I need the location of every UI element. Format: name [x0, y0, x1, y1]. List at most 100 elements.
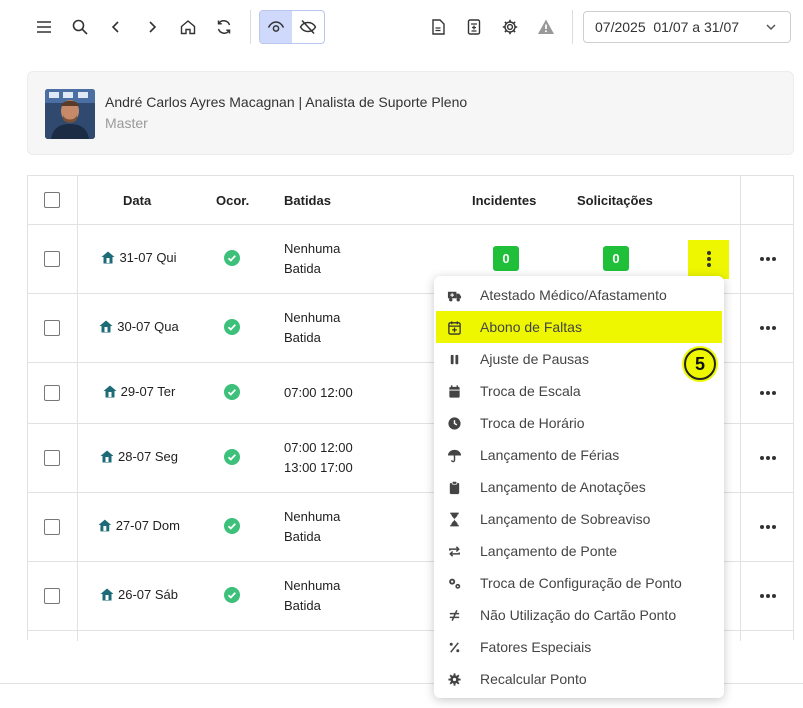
user-card: André Carlos Ayres Macagnan | Analista d… — [27, 71, 794, 155]
chevron-left-icon[interactable] — [100, 10, 132, 44]
batida-line: 07:00 12:00 — [284, 440, 353, 455]
header-ocor: Ocor. — [216, 193, 250, 208]
check-circle-icon — [224, 587, 240, 603]
menu-item-lancamento-de-ponte[interactable]: Lançamento de Ponte — [434, 535, 724, 567]
batida-line: Batida — [284, 598, 321, 613]
row-checkbox[interactable] — [44, 385, 60, 401]
cogs-icon — [445, 574, 463, 592]
chevron-right-icon[interactable] — [136, 10, 168, 44]
check-circle-icon — [224, 449, 240, 465]
gear-icon[interactable] — [494, 10, 526, 44]
actions-menu-button[interactable] — [698, 245, 719, 272]
batidas-cell: 07:00 12:00 — [284, 383, 353, 403]
batida-line: Batida — [284, 261, 321, 276]
home-office-icon — [101, 251, 115, 264]
row-date: 26-07 Sáb — [118, 587, 178, 602]
hourglass-icon — [445, 510, 463, 528]
more-options-icon[interactable] — [760, 326, 776, 332]
row-checkbox[interactable] — [44, 450, 60, 466]
menu-icon[interactable] — [28, 10, 60, 44]
menu-item-lancamento-de-sobreaviso[interactable]: Lançamento de Sobreaviso — [434, 503, 724, 535]
date-cell: 30-07 Qua — [98, 319, 180, 334]
calendar-icon — [445, 382, 463, 400]
incidentes-badge[interactable]: 0 — [493, 246, 519, 271]
document-icon[interactable] — [422, 10, 454, 44]
select-all-checkbox[interactable] — [44, 192, 60, 208]
eye-icon[interactable] — [260, 11, 292, 43]
menu-item-lancamento-de-ferias[interactable]: Lançamento de Férias — [434, 439, 724, 471]
actions-dropdown-menu: Atestado Médico/Afastamento Abono de Fal… — [434, 276, 724, 698]
menu-item-atestado[interactable]: Atestado Médico/Afastamento — [434, 279, 724, 311]
eye-off-icon[interactable] — [292, 11, 324, 43]
menu-item-troca-de-escala[interactable]: Troca de Escala — [434, 375, 724, 407]
menu-item-label: Fatores Especiais — [480, 639, 592, 655]
check-circle-icon — [224, 319, 240, 335]
menu-item-label: Atestado Médico/Afastamento — [480, 287, 667, 303]
pause-icon — [445, 350, 463, 368]
row-date: 30-07 Qua — [117, 319, 179, 334]
solicitacoes-badge[interactable]: 0 — [603, 246, 629, 271]
date-cell: 26-07 Sáb — [98, 587, 180, 602]
menu-item-troca-de-horario[interactable]: Troca de Horário — [434, 407, 724, 439]
refresh-icon[interactable] — [208, 10, 240, 44]
home-office-icon — [98, 519, 112, 532]
check-circle-icon — [224, 384, 240, 400]
period-select[interactable]: 07/2025 01/07 a 31/07 — [583, 11, 791, 43]
date-cell: 28-07 Seg — [98, 449, 180, 464]
home-office-icon — [100, 450, 114, 463]
row-checkbox[interactable] — [44, 251, 60, 267]
visibility-toggle — [259, 10, 325, 44]
row-date: 27-07 Dom — [115, 518, 180, 533]
search-icon[interactable] — [64, 10, 96, 44]
check-circle-icon — [224, 250, 240, 266]
batida-line: Nenhuma — [284, 310, 341, 325]
not-equal-icon — [445, 606, 463, 624]
menu-item-recalcular-ponto[interactable]: Recalcular Ponto — [434, 663, 724, 695]
row-date: 31-07 Qui — [119, 250, 177, 265]
row-date: 28-07 Seg — [118, 449, 178, 464]
menu-item-ajuste-de-pausas[interactable]: Ajuste de Pausas — [434, 343, 724, 375]
gear-icon — [445, 670, 463, 688]
menu-item-label: Troca de Horário — [480, 415, 585, 431]
batida-line: Nenhuma — [284, 241, 341, 256]
menu-item-label: Lançamento de Anotações — [480, 479, 646, 495]
batidas-cell: Nenhuma Batida — [284, 239, 340, 279]
menu-item-troca-de-configuracao-de-ponto[interactable]: Troca de Configuração de Ponto — [434, 567, 724, 599]
batida-line: Nenhuma — [284, 509, 341, 524]
batida-line: 13:00 17:00 — [284, 460, 353, 475]
menu-item-label: Troca de Configuração de Ponto — [480, 575, 682, 591]
more-options-icon[interactable] — [760, 391, 776, 397]
ambulance-icon — [445, 286, 463, 304]
check-circle-icon — [224, 518, 240, 534]
home-office-icon — [103, 385, 117, 398]
more-options-icon[interactable] — [760, 257, 776, 263]
home-icon[interactable] — [172, 10, 204, 44]
more-options-icon[interactable] — [760, 594, 776, 600]
header-incidentes: Incidentes — [472, 193, 537, 208]
menu-item-label: Lançamento de Férias — [480, 447, 620, 463]
row-checkbox[interactable] — [44, 519, 60, 535]
user-name: André Carlos Ayres Macagnan | Analista d… — [105, 94, 468, 110]
toolbar: 07/2025 01/07 a 31/07 — [0, 0, 803, 56]
percent-icon — [445, 638, 463, 656]
batidas-cell: Nenhuma Batida — [284, 308, 340, 348]
warning-icon[interactable] — [530, 10, 562, 44]
header-data: Data — [123, 193, 152, 208]
date-cell: 29-07 Ter — [98, 384, 180, 399]
clock-icon — [445, 414, 463, 432]
menu-item-label: Lançamento de Ponte — [480, 543, 617, 559]
period-value: 07/2025 01/07 a 31/07 — [595, 19, 740, 35]
menu-item-abono-de-faltas[interactable]: Abono de Faltas 5 — [436, 311, 722, 380]
menu-item-lancamento-de-anotacoes[interactable]: Lançamento de Anotações — [434, 471, 724, 503]
more-options-icon[interactable] — [760, 456, 776, 462]
calendar-plus-icon — [445, 318, 463, 336]
more-options-icon[interactable] — [760, 525, 776, 531]
menu-item-nao-utilizacao-cartao-ponto[interactable]: Não Utilização do Cartão Ponto — [434, 599, 724, 631]
batida-line: Batida — [284, 529, 321, 544]
menu-item-fatores-especiais[interactable]: Fatores Especiais — [434, 631, 724, 663]
batida-line: 07:00 12:00 — [284, 385, 353, 400]
row-checkbox[interactable] — [44, 320, 60, 336]
row-checkbox[interactable] — [44, 588, 60, 604]
avatar — [45, 89, 95, 139]
calculator-icon[interactable] — [458, 10, 490, 44]
